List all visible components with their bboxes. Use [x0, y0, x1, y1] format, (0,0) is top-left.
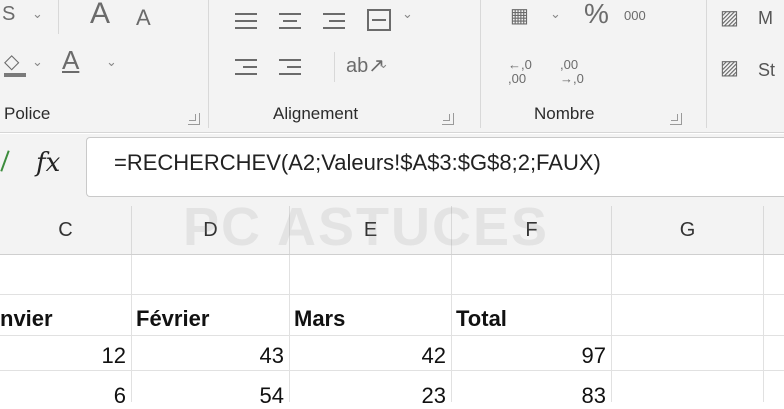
chevron-down-icon[interactable]: ⌄	[32, 6, 43, 22]
cell-f-header[interactable]: Total	[456, 306, 507, 332]
insert-function-button[interactable]: fx	[36, 148, 60, 178]
dialog-launcher-icon[interactable]	[188, 113, 200, 125]
thousands-separator-icon[interactable]: 000	[624, 4, 646, 28]
chevron-down-icon[interactable]: ⌄	[378, 56, 389, 72]
divider	[58, 0, 59, 34]
grid-divider	[131, 255, 132, 402]
cell-e-header[interactable]: Mars	[294, 306, 345, 332]
dialog-launcher-icon[interactable]	[670, 113, 682, 125]
table-row	[0, 295, 784, 336]
chevron-down-icon[interactable]: ⌄	[402, 6, 413, 22]
underline-icon[interactable]: S	[2, 2, 15, 26]
increase-decimal-icon[interactable]: ←,0 ,00	[508, 58, 538, 86]
chevron-down-icon[interactable]: ⌄	[550, 6, 561, 22]
cell-f[interactable]: 83	[452, 383, 606, 409]
number-format-icon[interactable]: ▦	[510, 4, 529, 28]
group-label-alignement: Alignement	[273, 104, 359, 123]
cell-d-header[interactable]: Février	[136, 306, 209, 332]
conditional-format-icon[interactable]: ▨	[720, 6, 739, 30]
decrease-decimal-icon[interactable]: ,00 →,0	[560, 58, 594, 86]
cell-d[interactable]: 43	[132, 343, 284, 369]
divider	[334, 52, 335, 82]
group-label-police: Police	[4, 104, 51, 123]
table-row	[0, 254, 784, 295]
grid-divider	[611, 255, 612, 402]
enter-check-icon[interactable]	[0, 150, 10, 172]
dialog-launcher-icon[interactable]	[442, 113, 454, 125]
divider	[706, 0, 707, 128]
ribbon-label-partial-1[interactable]: M	[758, 6, 773, 30]
divider	[480, 0, 481, 128]
group-label-nombre: Nombre	[534, 104, 595, 123]
cell-e[interactable]: 42	[290, 343, 446, 369]
percent-icon[interactable]: %	[584, 0, 609, 28]
fill-color-bar	[4, 73, 26, 77]
cell-c[interactable]: 12	[0, 343, 126, 369]
formula-input[interactable]: =RECHERCHEV(A2;Valeurs!$A$3:$G$8;2;FAUX)	[114, 150, 601, 176]
chevron-down-icon[interactable]: ⌄	[32, 54, 43, 70]
grid-divider	[451, 255, 452, 402]
grid-divider	[763, 255, 764, 402]
font-shrink-icon[interactable]: A	[136, 6, 151, 30]
format-table-icon[interactable]: ▨	[720, 56, 739, 80]
column-header-c[interactable]: C	[0, 206, 132, 254]
indent-icons	[235, 59, 301, 75]
cell-f[interactable]: 97	[452, 343, 606, 369]
watermark-logo: PC ASTUCES	[183, 197, 550, 257]
ribbon: S ⌄ A A ◇ ⌄ A ⌄ Police ⌄ ab↗ ⌄ Alignemen…	[0, 0, 784, 133]
cell-c[interactable]: 6	[0, 383, 126, 409]
grid-divider	[289, 255, 290, 402]
ribbon-label-partial-2[interactable]: St	[758, 58, 775, 82]
divider	[208, 0, 209, 128]
cell-d[interactable]: 54	[132, 383, 284, 409]
font-grow-icon[interactable]: A	[90, 0, 110, 29]
cell-e[interactable]: 23	[290, 383, 446, 409]
font-color-icon[interactable]: A	[62, 47, 79, 73]
fill-color-icon[interactable]: ◇	[4, 50, 19, 74]
cell-c-header[interactable]: nvier	[0, 306, 53, 332]
column-header-g[interactable]: G	[612, 206, 764, 254]
chevron-down-icon[interactable]: ⌄	[106, 54, 117, 70]
